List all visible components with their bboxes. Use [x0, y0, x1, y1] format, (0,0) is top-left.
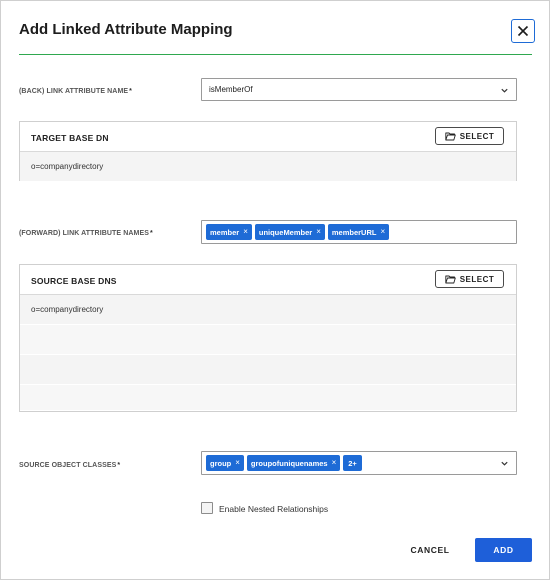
- back-link-label: (BACK) LINK ATTRIBUTE NAME*: [19, 88, 132, 95]
- chip-memberurl: memberURL ×: [327, 224, 390, 240]
- source-base-dns-panel: SOURCE BASE DNS SELECT o=companydirector…: [19, 264, 517, 412]
- add-button[interactable]: ADD: [475, 538, 532, 562]
- object-classes-label-text: SOURCE OBJECT CLASSES: [19, 462, 117, 469]
- folder-open-icon: [445, 132, 456, 140]
- remove-chip-icon[interactable]: ×: [243, 228, 248, 236]
- chip-list: member × uniqueMember × memberURL ×: [206, 224, 390, 240]
- target-base-dn-title: TARGET BASE DN: [31, 133, 109, 143]
- source-select-button[interactable]: SELECT: [435, 270, 504, 288]
- remove-chip-icon[interactable]: ×: [235, 459, 240, 467]
- chip-label: groupofuniquenames: [250, 458, 328, 468]
- dialog: Add Linked Attribute Mapping (BACK) LINK…: [0, 0, 550, 580]
- forward-links-input[interactable]: member × uniqueMember × memberURL ×: [201, 220, 517, 244]
- forward-links-label: (FORWARD) LINK ATTRIBUTE NAMES*: [19, 230, 153, 237]
- chip-uniquemember: uniqueMember ×: [254, 224, 325, 240]
- source-base-dns-header: SOURCE BASE DNS SELECT: [20, 265, 516, 295]
- table-row: [20, 355, 516, 385]
- table-row[interactable]: o=companydirectory: [20, 152, 516, 182]
- target-select-button[interactable]: SELECT: [435, 127, 504, 145]
- table-row: [20, 325, 516, 355]
- remove-chip-icon[interactable]: ×: [380, 228, 385, 236]
- target-select-label: SELECT: [459, 131, 495, 141]
- chip-label: member: [210, 227, 240, 237]
- chevron-down-icon: [501, 461, 508, 466]
- more-count: 2+: [348, 458, 357, 468]
- chip-member: member ×: [206, 224, 252, 240]
- source-base-dns-title: SOURCE BASE DNS: [31, 276, 117, 286]
- chip-groupofuniquenames: groupofuniquenames ×: [246, 455, 341, 471]
- source-dn-value: o=companydirectory: [31, 305, 104, 314]
- chip-label: group: [210, 458, 232, 468]
- remove-chip-icon[interactable]: ×: [316, 228, 321, 236]
- dialog-title: Add Linked Attribute Mapping: [19, 21, 233, 38]
- target-base-dn-panel: TARGET BASE DN SELECT o=companydirectory: [19, 121, 517, 182]
- required-mark: *: [117, 462, 121, 469]
- chip-label: uniqueMember: [258, 227, 313, 237]
- table-row[interactable]: o=companydirectory: [20, 295, 516, 325]
- nested-relationships-label: Enable Nested Relationships: [219, 504, 329, 514]
- target-dn-value: o=companydirectory: [31, 162, 104, 171]
- object-classes-select[interactable]: group × groupofuniquenames × 2+: [201, 451, 517, 475]
- nested-relationships-checkbox[interactable]: [201, 502, 213, 514]
- required-mark: *: [129, 88, 132, 95]
- object-classes-label: SOURCE OBJECT CLASSES*: [19, 462, 120, 469]
- table-row: [20, 385, 516, 411]
- chip-group: group ×: [206, 455, 244, 471]
- back-link-value: isMemberOf: [209, 85, 253, 94]
- close-button[interactable]: [511, 19, 535, 43]
- chip-label: memberURL: [331, 227, 377, 237]
- back-link-label-text: (BACK) LINK ATTRIBUTE NAME: [19, 88, 129, 95]
- back-link-select[interactable]: isMemberOf: [201, 78, 517, 101]
- cancel-button[interactable]: CANCEL: [397, 539, 463, 561]
- title-divider: [19, 54, 532, 55]
- more-chips-badge[interactable]: 2+: [343, 455, 362, 471]
- remove-chip-icon[interactable]: ×: [332, 459, 337, 467]
- chip-list: group × groupofuniquenames × 2+: [206, 455, 362, 471]
- close-icon: [517, 25, 529, 37]
- target-base-dn-header: TARGET BASE DN SELECT: [20, 122, 516, 152]
- folder-open-icon: [445, 275, 456, 283]
- chevron-down-icon: [501, 88, 508, 93]
- source-select-label: SELECT: [459, 274, 495, 284]
- forward-links-label-text: (FORWARD) LINK ATTRIBUTE NAMES: [19, 230, 150, 237]
- required-mark: *: [150, 230, 153, 237]
